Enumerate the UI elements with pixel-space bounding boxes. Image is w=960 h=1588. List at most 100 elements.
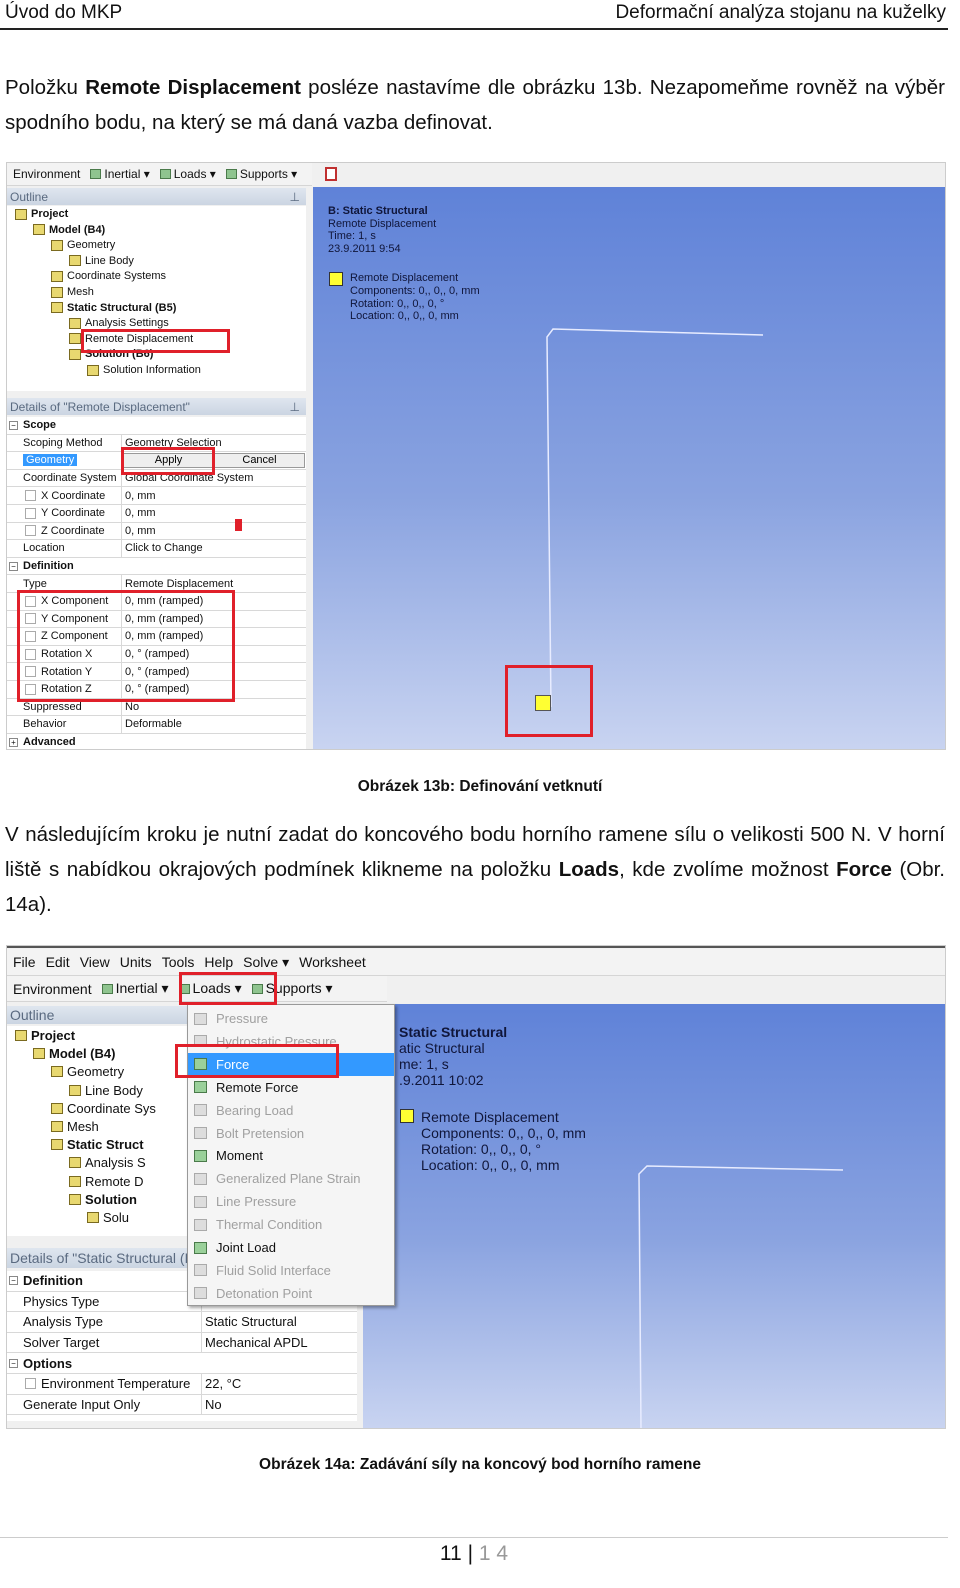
details-label: X Coordinate bbox=[41, 489, 106, 502]
toolbar-item[interactable]: Inertial ▾ bbox=[101, 980, 169, 997]
cancel-button[interactable]: Cancel bbox=[214, 453, 305, 468]
details-row[interactable]: Location Click to Change bbox=[7, 540, 306, 558]
details-value[interactable]: Static Structural bbox=[201, 1312, 297, 1332]
legend-title: Remote Displacement bbox=[421, 1108, 559, 1125]
legend-line: Components: 0,, 0,, 0, mm bbox=[421, 1124, 586, 1141]
toolbar-icon[interactable] bbox=[325, 167, 337, 181]
tree-item[interactable]: Project bbox=[15, 1028, 75, 1043]
details-row: − Scope bbox=[7, 417, 306, 435]
menu-item-fluid-solid-interface[interactable]: Fluid Solid Interface bbox=[188, 1259, 394, 1282]
checkbox[interactable] bbox=[25, 1378, 36, 1390]
tree-item[interactable]: Model (B4) bbox=[33, 224, 105, 236]
details-row[interactable]: Solver Target Mechanical APDL bbox=[7, 1332, 357, 1354]
tree-item[interactable]: Model (B4) bbox=[33, 1046, 115, 1061]
tree-item-label: Solution bbox=[85, 1191, 137, 1207]
load-icon bbox=[194, 1172, 207, 1185]
details-row[interactable]: Behavior Deformable bbox=[7, 716, 306, 734]
checkbox[interactable] bbox=[25, 525, 36, 537]
tree-item[interactable]: Geometry bbox=[51, 239, 115, 251]
tree-item[interactable]: Project bbox=[15, 208, 68, 220]
tree-node-icon bbox=[69, 317, 81, 329]
details-value[interactable]: Mechanical APDL bbox=[201, 1332, 308, 1353]
menu-item-pressure[interactable]: Pressure bbox=[188, 1007, 394, 1030]
header-right: Deformační analýza stojanu na kuželky bbox=[615, 2, 946, 23]
toolbar-item[interactable]: File bbox=[13, 954, 36, 970]
menu-item-thermal-condition[interactable]: Thermal Condition bbox=[188, 1213, 394, 1236]
toolbar-item[interactable]: Help bbox=[204, 954, 233, 970]
pin-icon[interactable]: ⊥ bbox=[290, 400, 300, 414]
menu-item-bolt-pretension[interactable]: Bolt Pretension bbox=[188, 1122, 394, 1145]
tree-item[interactable]: Solution Information bbox=[87, 364, 201, 376]
toolbar-item[interactable]: Edit bbox=[46, 954, 70, 970]
text: Položku bbox=[5, 76, 86, 99]
tree-item-label: Line Body bbox=[85, 254, 134, 267]
pin-icon[interactable]: ⊥ bbox=[290, 190, 300, 204]
tree-item[interactable]: Geometry bbox=[51, 1064, 124, 1079]
toolbar-item[interactable]: Inertial ▾ bbox=[90, 167, 150, 181]
figure-13b-screenshot: Environment Inertial ▾ Loads ▾ Supports ▾ O… bbox=[6, 162, 946, 750]
tree-item[interactable]: Coordinate Systems bbox=[51, 270, 166, 282]
load-icon bbox=[194, 1104, 207, 1117]
details-row[interactable]: Environment Temperature 22, °C bbox=[7, 1374, 357, 1395]
load-icon bbox=[194, 1218, 207, 1231]
paragraph-2: V následujícím kroku je nutní zadat do k… bbox=[5, 817, 945, 922]
checkbox[interactable] bbox=[25, 507, 36, 519]
tree-item[interactable]: Static Structural (B5) bbox=[51, 302, 176, 314]
checkbox[interactable] bbox=[25, 490, 36, 502]
graphics-viewport[interactable]: B: Static Structural Remote Displacement T… bbox=[313, 187, 945, 749]
menu-item-line-pressure[interactable]: Line Pressure bbox=[188, 1190, 394, 1213]
details-row[interactable]: Z Coordinate 0, mm bbox=[7, 522, 306, 541]
tree-item[interactable]: Line Body bbox=[69, 255, 134, 267]
toolbar-item[interactable]: Solve ▾ bbox=[243, 954, 289, 971]
details-value[interactable]: Click to Change bbox=[121, 540, 203, 557]
collapse-icon[interactable]: − bbox=[9, 1358, 18, 1368]
collapse-icon[interactable]: − bbox=[9, 420, 18, 430]
toolbar-item[interactable]: Environment bbox=[13, 167, 80, 181]
expand-icon[interactable]: + bbox=[9, 737, 18, 747]
details-value[interactable]: 0, mm bbox=[121, 487, 156, 504]
tree-item[interactable]: Mesh bbox=[51, 286, 94, 298]
tree-item[interactable]: Analysis Settings bbox=[69, 317, 169, 329]
menu-item-joint-load[interactable]: Joint Load bbox=[188, 1236, 394, 1259]
tree-item[interactable]: Static Struct bbox=[51, 1137, 144, 1152]
collapse-icon[interactable]: − bbox=[9, 561, 18, 571]
details-label: Definition bbox=[23, 1273, 83, 1289]
outline-title: Outline bbox=[10, 189, 49, 204]
toolbar-item[interactable]: Worksheet bbox=[299, 954, 366, 970]
toolbar-item[interactable]: Units bbox=[120, 954, 152, 970]
tree-item[interactable]: Mesh bbox=[51, 1119, 99, 1134]
toolbar: Environment Inertial ▾ Loads ▾ Supports ▾ bbox=[7, 163, 312, 186]
details-row[interactable]: X Coordinate 0, mm bbox=[7, 487, 306, 505]
collapse-icon[interactable]: − bbox=[9, 1276, 18, 1286]
paragraph-1: Položku Remote Displacement posléze nast… bbox=[5, 70, 945, 140]
toolbar-item[interactable]: Environment bbox=[13, 981, 92, 997]
menu-item-bearing-load[interactable]: Bearing Load bbox=[188, 1099, 394, 1122]
details-row[interactable]: Analysis Type Static Structural bbox=[7, 1312, 357, 1333]
tree-item[interactable]: Coordinate Sys bbox=[51, 1101, 156, 1116]
tree-item[interactable]: Analysis S bbox=[69, 1155, 146, 1170]
details-row[interactable]: Generate Input Only No bbox=[7, 1394, 357, 1416]
tree-item[interactable]: Line Body bbox=[69, 1083, 143, 1098]
tree-node-icon bbox=[51, 1066, 63, 1078]
toolbar-item[interactable]: Tools bbox=[162, 954, 195, 970]
details-value[interactable]: No bbox=[201, 1394, 222, 1415]
details-value[interactable]: 0, mm bbox=[121, 522, 156, 540]
menu-item-detonation-point[interactable]: Detonation Point bbox=[188, 1282, 394, 1305]
menu-item-generalized-plane-strain[interactable]: Generalized Plane Strain bbox=[188, 1167, 394, 1190]
details-value[interactable]: 0, mm bbox=[121, 505, 156, 522]
menu-item-remote-force[interactable]: Remote Force bbox=[188, 1076, 394, 1099]
toolbar-item[interactable]: Loads ▾ bbox=[159, 167, 216, 181]
menu-item-moment[interactable]: Moment bbox=[188, 1144, 394, 1167]
details-value[interactable]: Deformable bbox=[121, 716, 182, 733]
legend-swatch bbox=[400, 1108, 414, 1123]
toolbar-item[interactable]: View bbox=[80, 954, 110, 970]
details-row[interactable]: Y Coordinate 0, mm bbox=[7, 505, 306, 523]
tree-item[interactable]: Solu bbox=[87, 1210, 129, 1225]
toolbar-item[interactable]: Supports ▾ bbox=[225, 167, 297, 181]
tree-item[interactable]: Remote D bbox=[69, 1174, 144, 1189]
load-icon bbox=[194, 1241, 207, 1254]
tree-item[interactable]: Solution bbox=[69, 1192, 137, 1207]
graphics-viewport[interactable]: Static Structural atic Structural me: 1, s… bbox=[363, 1004, 945, 1428]
menu-bar: File Edit View Units Tools Help Solve ▾ Workshe… bbox=[7, 949, 945, 976]
details-value[interactable]: 22, °C bbox=[201, 1374, 241, 1394]
